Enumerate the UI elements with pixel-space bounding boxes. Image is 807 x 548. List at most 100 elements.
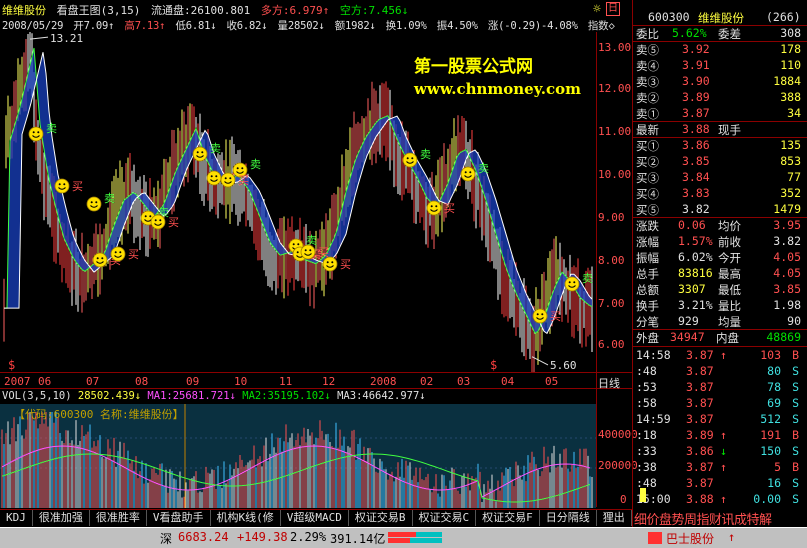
scrollbar-marker[interactable] xyxy=(640,488,646,502)
indicator-tab[interactable]: 权证交易F xyxy=(476,510,540,526)
buy-price: 3.85 xyxy=(682,154,710,168)
indicator-tab[interactable]: 狸出 xyxy=(597,510,632,526)
tick-side: S xyxy=(792,444,799,458)
stat-label: 量比 xyxy=(718,299,741,313)
indicator-tab[interactable]: 很准加强 xyxy=(33,510,90,526)
quote-title: 600300 维维股份 (266) xyxy=(634,10,801,25)
tick-side: S xyxy=(792,380,799,394)
weather-icon[interactable]: ☼ xyxy=(593,2,601,17)
volume-label: 量28502↓ xyxy=(277,20,325,32)
period-label[interactable]: 日线 xyxy=(598,375,620,391)
buy-row[interactable]: 买⑤ 3.82 1479 xyxy=(634,202,801,217)
sell-price: 3.92 xyxy=(682,42,710,56)
alert-icon[interactable] xyxy=(648,532,662,544)
buy-signal-icon xyxy=(322,256,338,272)
date-tick: 03 xyxy=(457,375,471,388)
buy-signal-icon xyxy=(532,308,548,324)
tick-volume: 512 xyxy=(760,412,781,426)
tick-row: :53 3.87 78 S xyxy=(634,380,801,395)
quote-name: 维维股份 xyxy=(698,11,744,25)
indicator-tab[interactable]: 日分隔线 xyxy=(540,510,597,526)
tick-volume: 16 xyxy=(767,476,781,490)
tick-row: :58 3.87 69 S xyxy=(634,396,801,411)
short-label: 空方:7.456↓ xyxy=(339,4,409,17)
max-marker-line xyxy=(29,36,49,40)
tick-volume: 5 xyxy=(774,460,781,474)
indicator-tab[interactable]: 机构K线(修 xyxy=(211,510,281,526)
sell-label: 卖① xyxy=(636,107,659,121)
vol-tick-0: 0 xyxy=(620,493,627,506)
tick-arrow: ↑ xyxy=(720,428,727,442)
date-tick: 2007 xyxy=(4,375,31,388)
buy-row[interactable]: 买③ 3.84 77 xyxy=(634,170,801,185)
signal-label: 卖 xyxy=(478,162,489,175)
tick-row: :48 3.87 16 S xyxy=(634,476,801,491)
sell-row[interactable]: 卖③ 3.90 1884 xyxy=(634,74,801,89)
buy-price: 3.82 xyxy=(682,202,710,216)
indicator-tab[interactable]: KDJ xyxy=(0,510,33,526)
date-tick: 11 xyxy=(279,375,293,388)
indicator-tab[interactable]: 很准胜率 xyxy=(90,510,147,526)
day-button[interactable]: 日 xyxy=(606,2,620,16)
buy-row[interactable]: 买① 3.86 135 xyxy=(634,138,801,153)
tick-price: 3.87 xyxy=(686,396,714,410)
tick-volume: 103 xyxy=(760,348,781,362)
indicator-tabs: KDJ 很准加强 很准胜率 V看盘助手 机构K线(修 V超级MACD 权证交易B 权证交易C 权… xyxy=(0,509,632,526)
signal-label: 买 xyxy=(550,310,561,323)
buy-signal-icon xyxy=(300,244,316,260)
date-tick: 2008 xyxy=(370,375,397,388)
signal-label: 卖 xyxy=(582,272,593,285)
tick-arrow: ↑ xyxy=(720,460,727,474)
price-tick: 9.00 xyxy=(598,211,625,224)
stock-name[interactable]: 维维股份 xyxy=(2,4,46,17)
indicator-tab[interactable]: V超级MACD xyxy=(281,510,349,526)
stat-label: 均量 xyxy=(718,315,741,329)
stat-row: 涨跌 0.06 均价 3.95 xyxy=(634,218,801,233)
amount-label: 额1982↓ xyxy=(334,20,376,32)
stat-value: 3307 xyxy=(678,282,706,296)
sell-row[interactable]: 卖① 3.87 34 xyxy=(634,106,801,121)
indicator-tab[interactable]: V看盘助手 xyxy=(147,510,211,526)
buy-label: 买④ xyxy=(636,187,659,201)
tick-price: 3.86 xyxy=(686,444,714,458)
vol-indicator-label[interactable]: VOL(3,5,10) xyxy=(2,390,72,402)
indicator-tab[interactable]: 权证交易C xyxy=(413,510,477,526)
quote-bottom-tabs[interactable]: 细价盘势周指财讯成特解 xyxy=(634,509,772,528)
ticker-stock-name[interactable]: 巴士股份 xyxy=(666,530,714,547)
tick-volume: 78 xyxy=(767,380,781,394)
signal-label: 买 xyxy=(168,216,179,229)
price-tick: 13.00 xyxy=(598,41,632,54)
open-label: 开7.09↑ xyxy=(73,20,115,32)
sell-row[interactable]: 卖⑤ 3.92 178 xyxy=(634,42,801,57)
quote-count: (266) xyxy=(766,10,801,24)
date-tick: 06 xyxy=(38,375,52,388)
buy-price: 3.83 xyxy=(682,186,710,200)
quote-panel: 600300 维维股份 (266) 委比 5.62% 委差 308 卖⑤ 3.92… xyxy=(632,0,807,548)
main-chart-label[interactable]: 看盘王图(3,15) xyxy=(57,4,141,17)
buy-row[interactable]: 买④ 3.83 352 xyxy=(634,186,801,201)
float-label: 流通盘:26100.801 xyxy=(151,4,251,17)
sell-row[interactable]: 卖② 3.89 388 xyxy=(634,90,801,105)
signal-label: 买 xyxy=(444,202,455,215)
stat-label: 总手 xyxy=(636,267,659,281)
low-label: 低6.81↓ xyxy=(175,20,217,32)
tick-row: 14:58 3.87 ↑ 103 B xyxy=(634,348,801,363)
price-tick: 7.00 xyxy=(598,297,625,310)
buy-row[interactable]: 买② 3.85 853 xyxy=(634,154,801,169)
tick-row: :33 3.86 ↓ 150 S xyxy=(634,444,801,459)
watermark-url: www.chnmoney.com xyxy=(414,80,581,98)
indicator-tab[interactable]: 权证交易B xyxy=(349,510,413,526)
status-bar: 深 6683.24 +149.38 2.29% 391.14亿 巴士股份 ↑ xyxy=(0,527,807,548)
tick-side: S xyxy=(792,492,799,506)
chart-header-line1: 维维股份 看盘王图(3,15) 流通盘:26100.801 多方:6.979↑ … xyxy=(2,2,412,17)
buy-label: 买③ xyxy=(636,171,659,185)
stat-value: 3.21% xyxy=(678,298,713,312)
buy-signal-icon xyxy=(110,246,126,262)
volume-header: VOL(3,5,10) 28502.439↓ MA1:25681.721↓ MA… xyxy=(2,390,426,402)
stat-label: 均价 xyxy=(718,219,741,233)
signal-label: 卖 xyxy=(210,142,221,155)
sell-row[interactable]: 卖④ 3.91 110 xyxy=(634,58,801,73)
tick-price: 3.88 xyxy=(686,492,714,506)
right-scrollbar[interactable] xyxy=(791,36,805,336)
index-label[interactable]: 指数◇ xyxy=(588,20,615,32)
